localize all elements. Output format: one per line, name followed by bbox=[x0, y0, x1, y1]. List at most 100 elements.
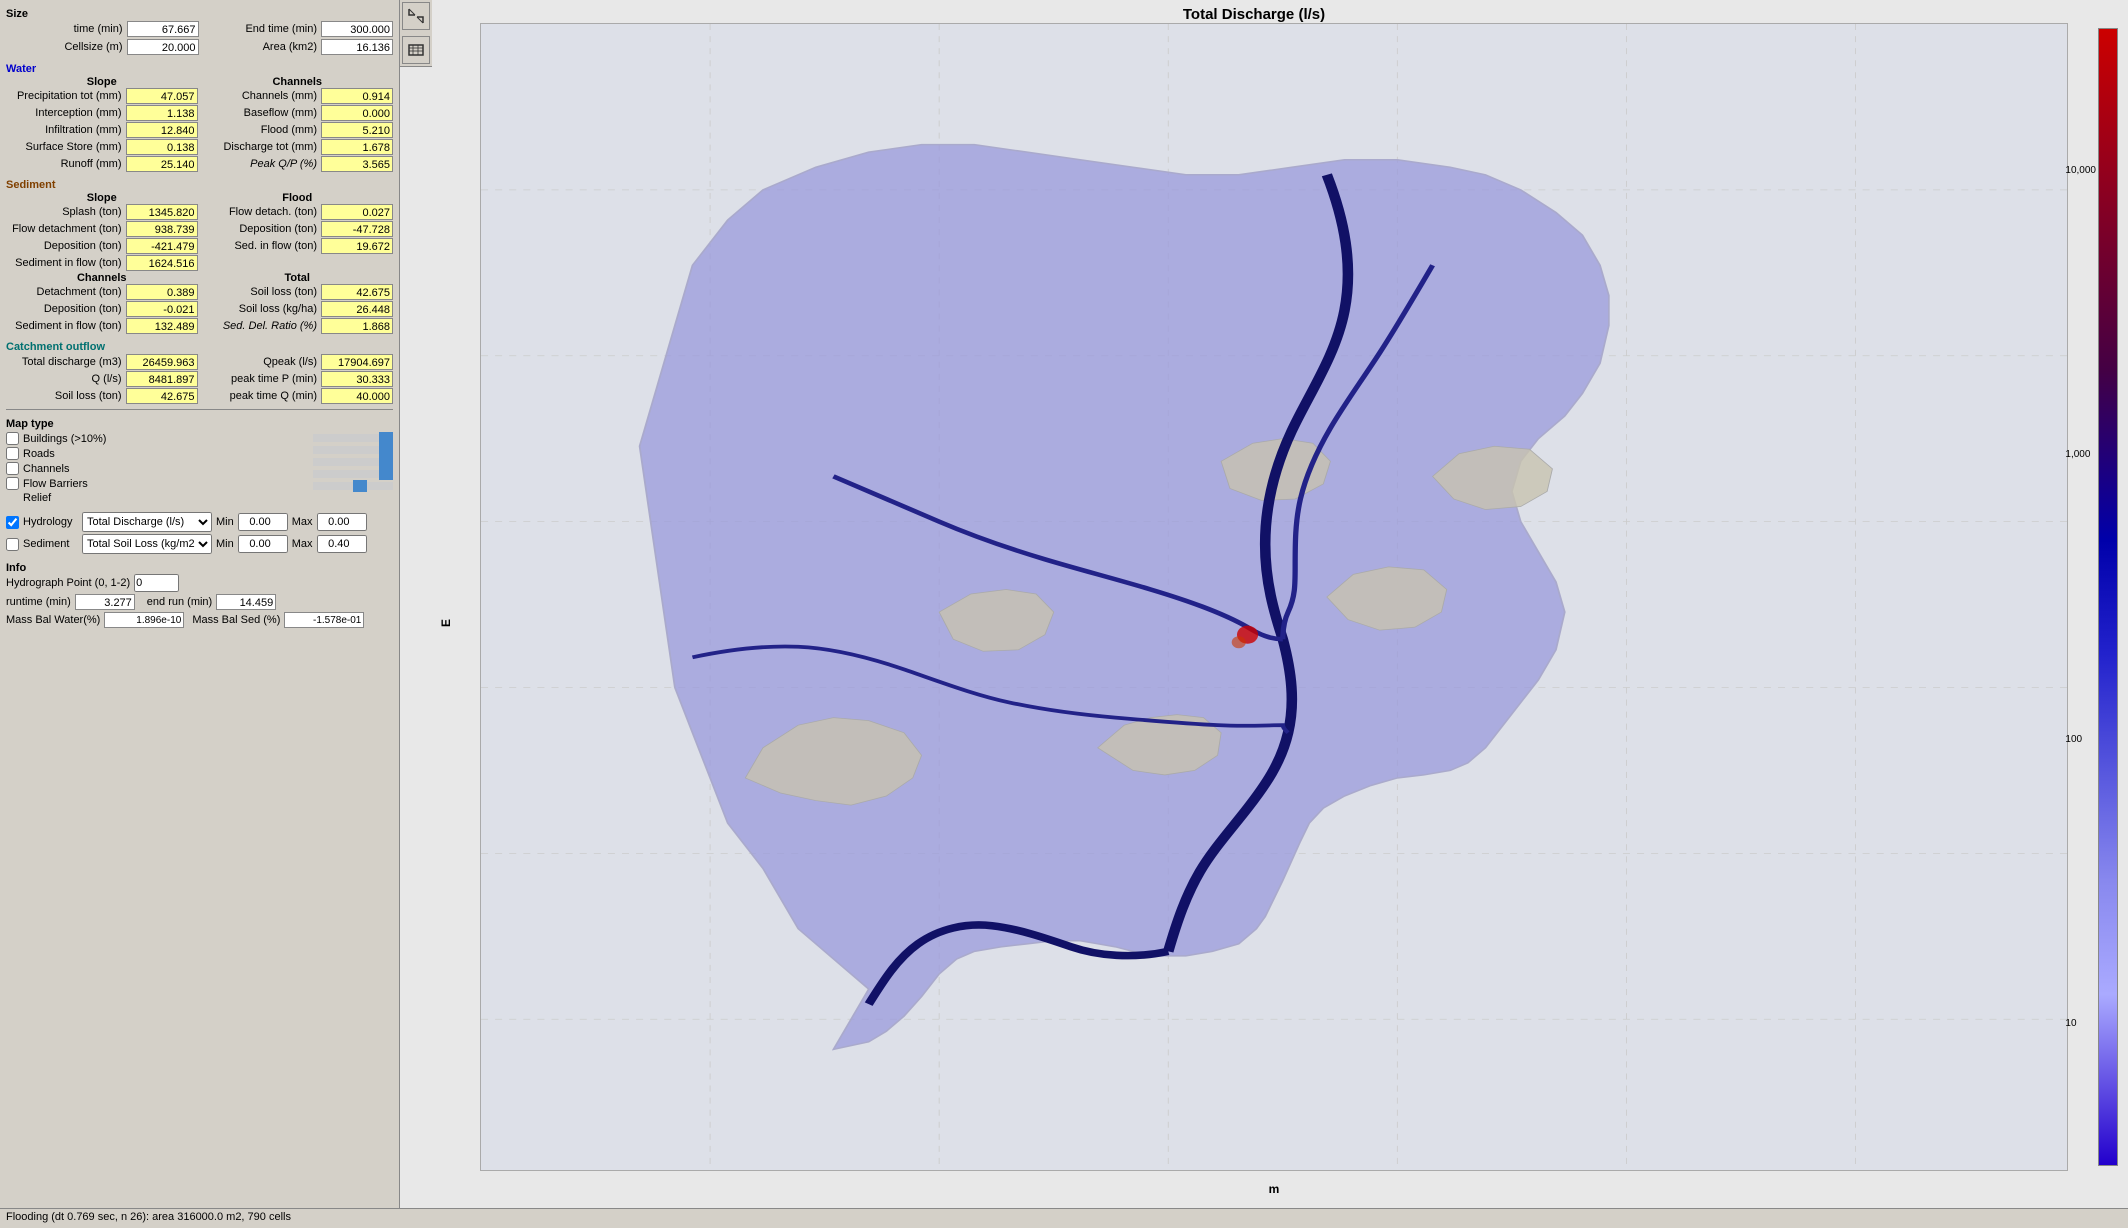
hydrograph-input[interactable] bbox=[134, 574, 179, 592]
sed-channels-subtitle: Channels bbox=[6, 272, 198, 284]
deposition-slope-label: Deposition (ton) bbox=[6, 240, 126, 252]
sediment-layer-row: Sediment Total Soil Loss (kg/m2 Min Max bbox=[6, 534, 393, 554]
time-label: time (min) bbox=[74, 23, 123, 35]
cellsize-label: Cellsize (m) bbox=[64, 41, 122, 53]
hydrology-dropdown[interactable]: Total Discharge (l/s) bbox=[82, 512, 212, 532]
flood-label: Flood (mm) bbox=[202, 124, 322, 136]
water-title: Water bbox=[6, 63, 393, 75]
buildings-slider-thumb[interactable] bbox=[379, 432, 393, 444]
catch-soil-loss-label: Soil loss (ton) bbox=[6, 390, 126, 402]
channels-checkbox[interactable] bbox=[6, 462, 19, 475]
mass-bal-sed-value: -1.578e-01 bbox=[284, 612, 364, 628]
sediment-layer-min-input[interactable] bbox=[238, 535, 288, 553]
peak-time-p-value: 30.333 bbox=[321, 371, 393, 387]
map-svg: 6,000 5,000 4,000 3,000 2,000 1,000 0 0 … bbox=[481, 24, 2067, 1170]
q-ls-value: 8481.897 bbox=[126, 371, 198, 387]
roads-checkbox[interactable] bbox=[6, 447, 19, 460]
sed-del-ratio-value: 1.868 bbox=[321, 318, 393, 334]
area-label: Area (km2) bbox=[263, 41, 317, 53]
deposition-slope-value: -421.479 bbox=[126, 238, 198, 254]
time-value: 67.667 bbox=[127, 21, 199, 37]
roads-slider-thumb[interactable] bbox=[379, 444, 393, 456]
splash-label: Splash (ton) bbox=[6, 206, 126, 218]
qpeak-label: Qpeak (l/s) bbox=[202, 356, 322, 368]
surface-store-value: 0.138 bbox=[126, 139, 198, 155]
flow-barriers-label: Flow Barriers bbox=[23, 478, 88, 490]
total-discharge-value: 26459.963 bbox=[126, 354, 198, 370]
size-section: Size time (min) 67.667 End time (min) 30… bbox=[6, 4, 393, 57]
sed-slope-subtitle: Slope bbox=[6, 192, 198, 204]
water-section: Water Slope Precipitation tot (mm) 47.05… bbox=[6, 59, 393, 173]
hydrology-max-label: Max bbox=[292, 516, 313, 528]
qpeak-value: 17904.697 bbox=[321, 354, 393, 370]
flow-barriers-slider-row bbox=[313, 470, 393, 478]
relief-label: Relief bbox=[23, 492, 51, 504]
sed-in-flow-slope-value: 1624.516 bbox=[126, 255, 198, 271]
sediment-layer-max-label: Max bbox=[292, 538, 313, 550]
flow-detach-flood-label: Flow detach. (ton) bbox=[202, 206, 322, 218]
legend-labels: 10,000 1,000 100 10 bbox=[2065, 28, 2096, 1166]
buildings-row: Buildings (>10%) bbox=[6, 432, 305, 445]
hydrology-min-label: Min bbox=[216, 516, 234, 528]
sediment-layer-max-input[interactable] bbox=[317, 535, 367, 553]
surface-store-label: Surface Store (mm) bbox=[6, 141, 126, 153]
endtime-value: 300.000 bbox=[321, 21, 393, 37]
slope-subtitle: Slope bbox=[6, 76, 198, 88]
hydrology-max-input[interactable] bbox=[317, 513, 367, 531]
flow-barriers-checkbox[interactable] bbox=[6, 477, 19, 490]
channels-slider-thumb[interactable] bbox=[379, 456, 393, 468]
peak-time-q-label: peak time Q (min) bbox=[202, 390, 322, 402]
roads-slider-track bbox=[313, 446, 393, 454]
sediment-section: Sediment Slope Splash (ton) 1345.820 Flo… bbox=[6, 175, 393, 335]
precip-value: 47.057 bbox=[126, 88, 198, 104]
flow-detach-slope-value: 938.739 bbox=[126, 221, 198, 237]
map-type-title: Map type bbox=[6, 418, 393, 430]
y-axis-label: E bbox=[439, 619, 453, 627]
left-panel: Size time (min) 67.667 End time (min) 30… bbox=[0, 0, 400, 1208]
hydrology-min-input[interactable] bbox=[238, 513, 288, 531]
sed-total-subtitle: Total bbox=[202, 272, 394, 284]
mass-bal-row: Mass Bal Water(%) 1.896e-10 Mass Bal Sed… bbox=[6, 612, 393, 628]
detachment-ch-label: Detachment (ton) bbox=[6, 286, 126, 298]
runoff-label: Runoff (mm) bbox=[6, 158, 126, 170]
deposition-ch-label: Deposition (ton) bbox=[6, 303, 126, 315]
legend-mid2: 100 bbox=[2065, 734, 2096, 745]
relief-slider-row bbox=[313, 482, 393, 490]
deposition-flood-value: -47.728 bbox=[321, 221, 393, 237]
sediment-layer-dropdown[interactable]: Total Soil Loss (kg/m2 bbox=[82, 534, 212, 554]
buildings-slider-track bbox=[313, 434, 393, 442]
discharge-tot-label: Discharge tot (mm) bbox=[202, 141, 322, 153]
deposition-ch-value: -0.021 bbox=[126, 301, 198, 317]
status-text: Flooding (dt 0.769 sec, n 26): area 3160… bbox=[6, 1211, 291, 1223]
map-button[interactable] bbox=[402, 36, 430, 64]
channels-row: Channels bbox=[6, 462, 305, 475]
interception-value: 1.138 bbox=[126, 105, 198, 121]
soil-loss-ton-value: 42.675 bbox=[321, 284, 393, 300]
sed-flood-subtitle: Flood bbox=[202, 192, 394, 204]
relief-row: Relief bbox=[6, 492, 305, 504]
zoom-button[interactable] bbox=[402, 2, 430, 30]
deposition-flood-label: Deposition (ton) bbox=[202, 223, 322, 235]
catch-soil-loss-value: 42.675 bbox=[126, 388, 198, 404]
info-title: Info bbox=[6, 562, 393, 574]
buildings-slider-row bbox=[313, 434, 393, 442]
flow-detach-slope-label: Flow detachment (ton) bbox=[6, 223, 126, 235]
q-ls-label: Q (l/s) bbox=[6, 373, 126, 385]
roads-slider-row bbox=[313, 446, 393, 454]
buildings-checkbox[interactable] bbox=[6, 432, 19, 445]
info-section: Info Hydrograph Point (0, 1-2) runtime (… bbox=[6, 562, 393, 630]
flow-barriers-slider-thumb[interactable] bbox=[379, 468, 393, 480]
endtime-label: End time (min) bbox=[245, 23, 317, 35]
runoff-value: 25.140 bbox=[126, 156, 198, 172]
relief-slider-thumb[interactable] bbox=[353, 480, 367, 492]
buildings-label: Buildings (>10%) bbox=[23, 433, 106, 445]
x-axis-label: m bbox=[480, 1182, 2068, 1196]
splash-value: 1345.820 bbox=[126, 204, 198, 220]
peak-time-p-label: peak time P (min) bbox=[202, 373, 322, 385]
hydrograph-row: Hydrograph Point (0, 1-2) bbox=[6, 574, 393, 592]
catchment-section: Catchment outflow Total discharge (m3) 2… bbox=[6, 337, 393, 405]
hydrology-checkbox[interactable] bbox=[6, 516, 19, 529]
hydrology-row: Hydrology Total Discharge (l/s) Min Max bbox=[6, 512, 393, 532]
peak-time-q-value: 40.000 bbox=[321, 388, 393, 404]
sediment-layer-checkbox[interactable] bbox=[6, 538, 19, 551]
